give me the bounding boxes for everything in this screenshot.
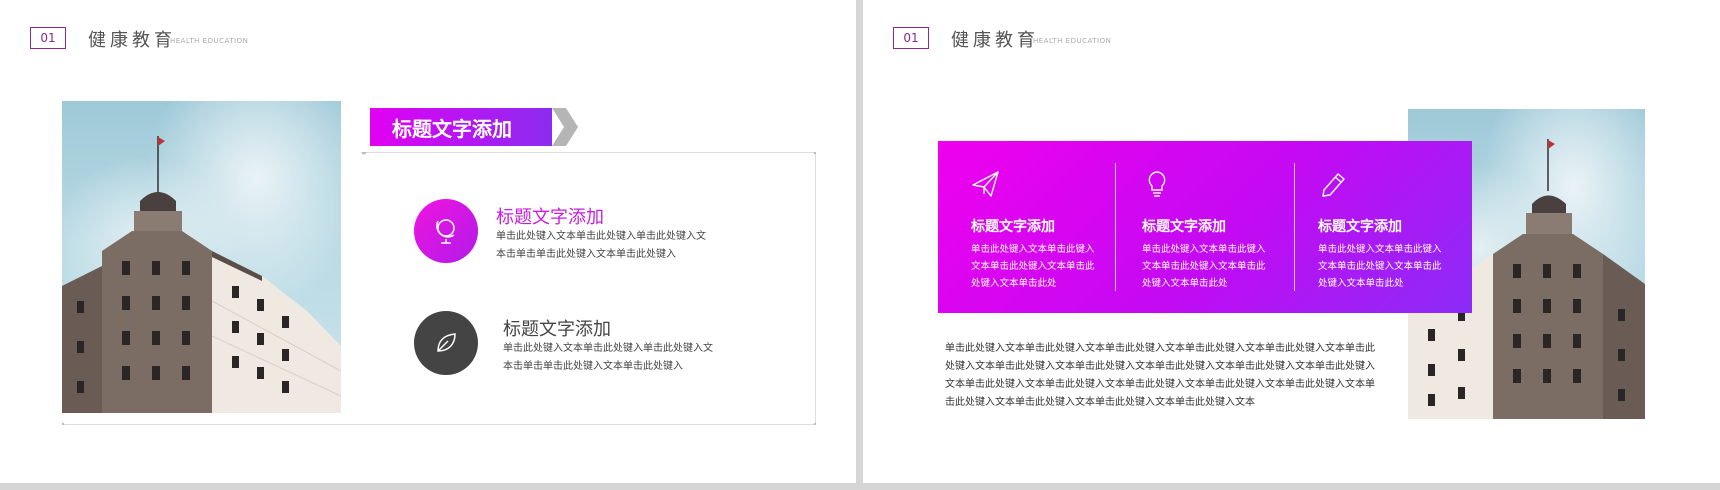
- leaf-icon: [437, 333, 456, 352]
- column-body: 单击此处键入文本单击此键入文本单击此处键入文本单击此处键入文本单击此处: [1142, 244, 1266, 289]
- lightbulb-icon: [1148, 171, 1166, 197]
- slide-number-badge: 01: [30, 27, 66, 49]
- pencil-icon: [1322, 173, 1345, 197]
- column-divider: [1115, 163, 1116, 291]
- header-subtitle: HEALTH EDUCATION: [170, 37, 249, 45]
- paper-plane-icon: [972, 171, 999, 197]
- column-divider: [1294, 163, 1295, 291]
- chevron-right-icon: [552, 108, 578, 146]
- item-circle-2: [414, 311, 478, 375]
- column-title: 标题文字添加: [1142, 219, 1226, 235]
- content-frame: [62, 152, 816, 425]
- slide-left: 01 健康教育 HEALTH EDUCATION 标题文字添加 标题文字添加 单…: [0, 0, 856, 483]
- banner-title: 标题文字添加: [370, 108, 552, 146]
- header-title: 健康教育: [951, 30, 1039, 51]
- item-body-2: 单击此处键入文本单击此处键入单击此处键入文本击单击单击此处键入文本单击此处键入: [503, 343, 713, 372]
- column-body: 单击此处键入文本单击此键入文本单击此处键入文本单击此处键入文本单击此处: [971, 244, 1095, 289]
- feature-panel: 标题文字添加 单击此处键入文本单击此键入文本单击此处键入文本单击此处键入文本单击…: [938, 141, 1472, 313]
- globe-icon: [436, 219, 455, 244]
- body-paragraph: 单击此处键入文本单击此处键入文本单击此处键入文本单击此处键入文本单击此处键入文本…: [945, 343, 1375, 408]
- item-body-1: 单击此处键入文本单击此处键入单击此处键入文本击单击单击此处键入文本单击此处键入: [496, 231, 706, 260]
- column-title: 标题文字添加: [1318, 219, 1402, 235]
- column-body: 单击此处键入文本单击此键入文本单击此处键入文本单击此处键入文本单击此处: [1318, 244, 1442, 289]
- item-title-2: 标题文字添加: [503, 319, 611, 340]
- column-title: 标题文字添加: [971, 219, 1055, 235]
- slide-number-badge: 01: [893, 27, 929, 49]
- header-subtitle: HEALTH EDUCATION: [1033, 37, 1112, 45]
- slide-right: 01 健康教育 HEALTH EDUCATION 标题文字添加 单击此处键入文本…: [863, 0, 1720, 483]
- item-circle-1: [414, 199, 478, 263]
- item-title-1: 标题文字添加: [496, 207, 604, 228]
- header-title: 健康教育: [88, 30, 176, 51]
